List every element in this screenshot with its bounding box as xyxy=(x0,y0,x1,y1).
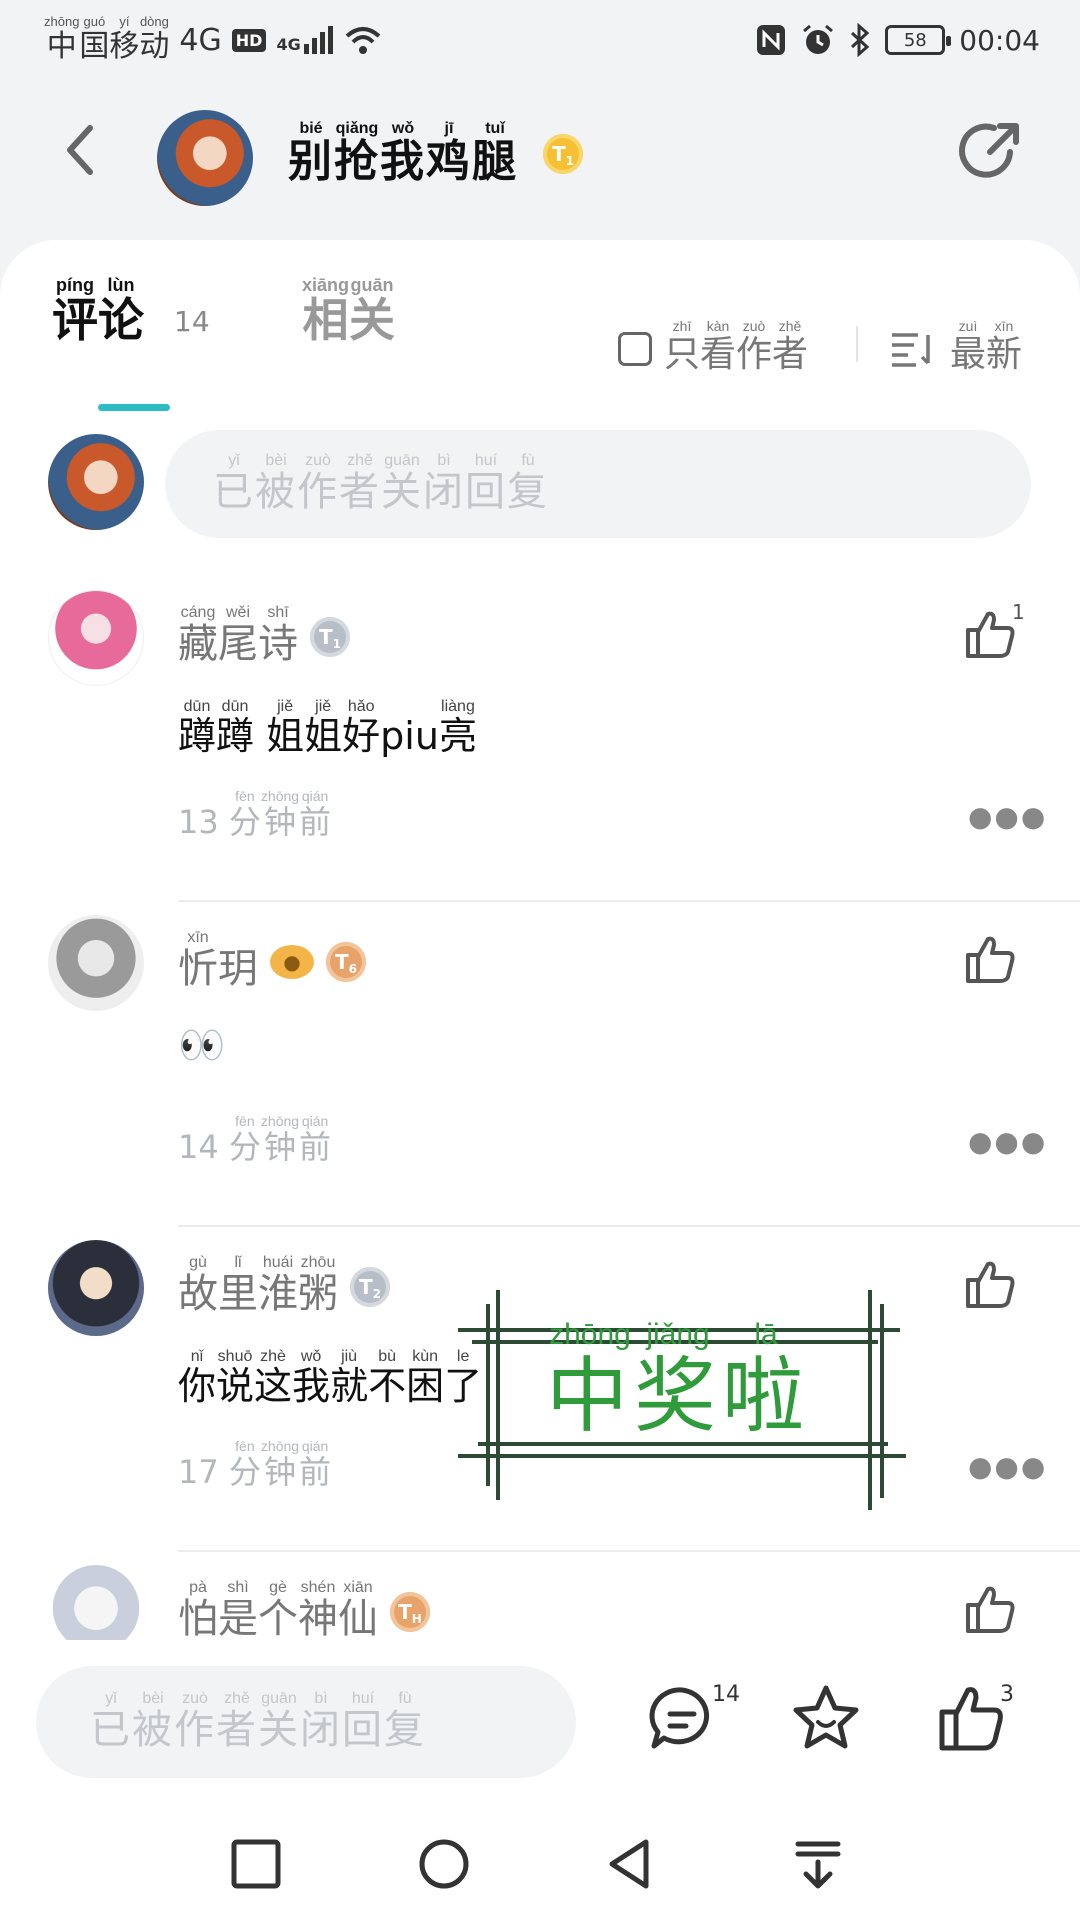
bottom-action-bar: 已yǐ被bèi作zuò者zhě关guān闭bì回huí复fù 14 3 xyxy=(0,1640,1080,1800)
notification-pull-button[interactable] xyxy=(790,1836,846,1892)
commenter-avatar[interactable] xyxy=(48,915,144,1011)
home-button[interactable] xyxy=(416,1836,472,1892)
author-avatar[interactable] xyxy=(157,110,253,206)
author-name[interactable]: 别bié抢qiǎng我wǒ鸡jī腿tuǐ xyxy=(288,120,518,189)
comment-count: 14 xyxy=(712,1682,740,1707)
wifi-icon xyxy=(345,27,381,54)
like-button[interactable] xyxy=(962,1256,1018,1312)
like-button[interactable] xyxy=(962,1581,1018,1637)
system-nav-bar xyxy=(0,1800,1080,1920)
comment-text: 👀 xyxy=(178,1023,226,1067)
author-only-checkbox[interactable] xyxy=(618,331,652,366)
bottom-reply-placeholder: 已yǐ被bèi作zuò者zhě关guān闭bì回huí复fù xyxy=(90,1689,426,1753)
level-badge: TH xyxy=(390,1591,430,1632)
divider xyxy=(178,900,1080,902)
comment-item: 怕pà是shì个gè神shén仙xiān TH xyxy=(0,1565,1080,1640)
commenter-name[interactable]: 忻xīn玥 ● T6 xyxy=(178,929,366,994)
thumb-up-icon xyxy=(966,611,1015,658)
comment-icon xyxy=(649,1687,710,1749)
sort-icon xyxy=(892,332,930,367)
comment-time: 17 分fēn钟zhōng前qián xyxy=(178,1438,332,1491)
back-button[interactable] xyxy=(60,120,120,190)
comment-button[interactable] xyxy=(646,1682,718,1754)
divider xyxy=(178,1550,1080,1552)
comments-count: 14 xyxy=(174,305,210,338)
commenter-name[interactable]: 故gù里lǐ淮huái粥zhōu T2 xyxy=(178,1254,390,1319)
more-icon: ●●● xyxy=(968,1125,1048,1158)
like-post-button[interactable] xyxy=(934,1682,1006,1754)
back-nav-button[interactable] xyxy=(602,1836,658,1892)
more-button[interactable]: ●●● xyxy=(968,800,1047,833)
level-badge: T2 xyxy=(350,1266,390,1307)
status-left: 中zhōng国guó移yí动dòng 4G HD 4G xyxy=(44,14,383,65)
post-header: 别bié抢qiǎng我wǒ鸡jī腿tuǐ T1 xyxy=(0,90,1080,220)
tab-indicator xyxy=(98,404,170,411)
tab-comments[interactable]: 评píng论lùn xyxy=(52,275,144,350)
triangle-back-icon xyxy=(609,1839,649,1889)
commenter-avatar[interactable] xyxy=(48,590,144,686)
commenter-avatar[interactable] xyxy=(48,1240,144,1336)
like-count: 1 xyxy=(1012,600,1025,624)
like-count: 3 xyxy=(1000,1682,1014,1707)
more-button[interactable]: ●●● xyxy=(968,1125,1047,1158)
like-button[interactable] xyxy=(962,931,1018,987)
divider xyxy=(178,1225,1080,1227)
favorite-button[interactable] xyxy=(790,1682,862,1754)
comment-time: 14 分fēn钟zhōng前qián xyxy=(178,1113,332,1166)
pull-down-icon xyxy=(795,1841,841,1889)
thumb-up-icon xyxy=(966,936,1015,983)
thumb-up-icon xyxy=(939,1687,1003,1751)
stamp-text: 中zhōng奖jiǎng啦lā xyxy=(546,1318,811,1444)
reply-placeholder: 已yǐ被bèi作zuò者zhě关guān闭bì回huí复fù xyxy=(213,451,549,515)
level-badge: T1 xyxy=(310,616,350,657)
more-button[interactable]: ●●● xyxy=(968,1450,1047,1483)
signal-icon: 4G xyxy=(276,26,333,54)
level-badge: T1 xyxy=(543,134,583,174)
carrier-name: 中zhōng国guó移yí动dòng xyxy=(44,14,170,64)
tab-related[interactable]: 相xiāng关guān xyxy=(302,275,395,350)
square-icon xyxy=(231,1839,281,1889)
sort-button[interactable]: 最zuì新xīn xyxy=(890,318,1023,377)
author-only-label: 只zhī看kàn作zuò者zhě xyxy=(664,318,809,375)
chick-badge-icon: ● xyxy=(270,944,314,979)
comment-item: 藏cáng尾wěi诗shī T1 蹲dūn蹲dūn 姐jiě姐jiě好hǎopi… xyxy=(0,590,1080,915)
share-button[interactable] xyxy=(950,112,1030,192)
tab-bar: 评píng论lùn 14 相xiāng关guān 只zhī看kàn作zuò者zh… xyxy=(0,270,1080,411)
commenter-name[interactable]: 怕pà是shì个gè神shén仙xiān TH xyxy=(178,1579,430,1640)
more-icon: ●●● xyxy=(968,1450,1048,1483)
network-type: 4G xyxy=(179,22,222,58)
bottom-reply-input[interactable]: 已yǐ被bèi作zuò者zhě关guān闭bì回huí复fù xyxy=(36,1666,576,1778)
status-bar: 中zhōng国guó移yí动dòng 4G HD 4G 58 00:04 xyxy=(0,0,1080,80)
chevron-left-icon xyxy=(67,125,93,175)
comment-text: 你nǐ说shuō这zhè我wǒ就jiù不bù困kùn了le xyxy=(178,1348,483,1408)
bluetooth-icon xyxy=(851,23,870,57)
prize-stamp: 中zhōng奖jiǎng啦lā xyxy=(458,1290,918,1520)
level-badge: T6 xyxy=(326,941,366,982)
reply-input[interactable]: 已yǐ被bèi作zuò者zhě关guān闭bì回huí复fù xyxy=(165,430,1031,538)
battery-indicator: 58 xyxy=(885,25,952,55)
status-right: 58 00:04 xyxy=(755,23,1040,57)
commenter-avatar[interactable] xyxy=(48,1565,144,1640)
my-avatar xyxy=(48,434,144,530)
hd-badge: HD xyxy=(231,28,267,52)
like-button[interactable] xyxy=(962,606,1018,662)
circle-icon xyxy=(419,1839,469,1889)
reply-row: 已yǐ被bèi作zuò者zhě关guān闭bì回huí复fù xyxy=(0,430,1080,540)
divider xyxy=(856,326,858,362)
comment-time: 13 分fēn钟zhōng前qián xyxy=(178,788,332,841)
sort-label: 最zuì新xīn xyxy=(950,318,1023,375)
author-only-toggle[interactable]: 只zhī看kàn作zuò者zhě xyxy=(618,318,809,377)
more-icon: ●●● xyxy=(968,800,1048,833)
share-icon xyxy=(959,123,1019,178)
thumb-up-icon xyxy=(966,1261,1015,1308)
commenter-name[interactable]: 藏cáng尾wěi诗shī T1 xyxy=(178,604,350,669)
nfc-icon xyxy=(757,25,786,55)
clock: 00:04 xyxy=(959,23,1040,57)
recents-button[interactable] xyxy=(228,1836,284,1892)
thumb-up-icon xyxy=(966,1586,1015,1633)
comment-text: 蹲dūn蹲dūn 姐jiě姐jiě好hǎopiu亮liàng xyxy=(178,698,477,758)
comment-item: 忻xīn玥 ● T6 👀 14 分fēn钟zhōng前qián ●●● xyxy=(0,915,1080,1240)
alarm-icon xyxy=(803,24,834,54)
star-icon xyxy=(793,1685,859,1749)
